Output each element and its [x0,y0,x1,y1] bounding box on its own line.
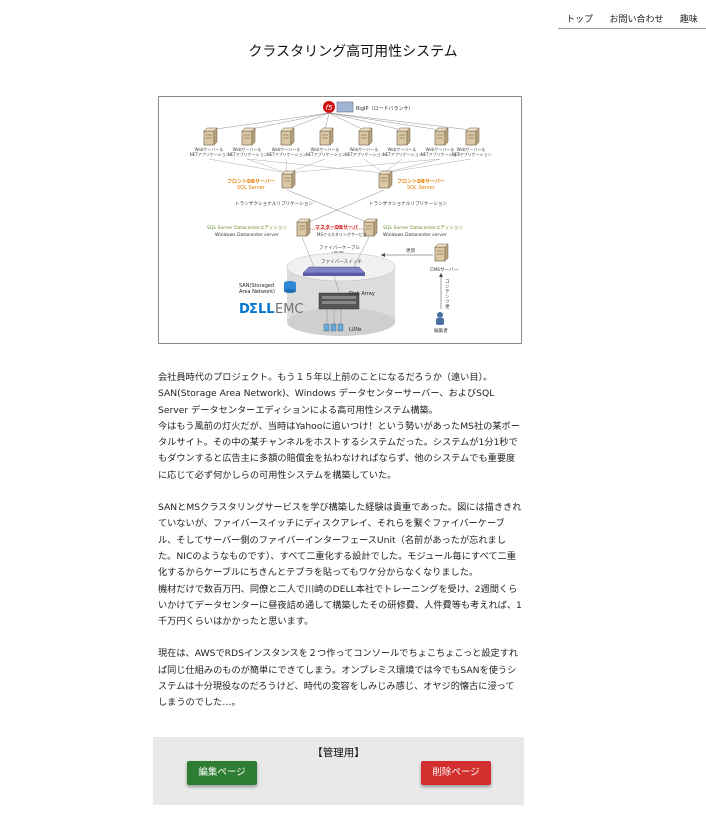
front-db-label-right: フロントDBサーバー [397,178,445,185]
svg-text:Σ: Σ [249,302,258,317]
windows-datacenter-right: Windows Datacenter server [383,232,447,238]
sql-datacenter-right: SQL Server Datacenterエディション [383,224,463,231]
svg-text:LL: LL [258,302,275,317]
master-db-server-left [296,218,311,237]
ms-cluster-label: MSクラスタリングサービス [317,231,367,237]
disk-array-label: Disk Array [349,291,375,297]
paragraph-1: 会社員時代のプロジェクト。もう１５年以上前のことになるだろうか（遠い目）。 SA… [158,372,520,481]
editor-icon [436,312,444,325]
admin-title: 【管理用】 [312,747,365,759]
top-nav: トップ お問い合わせ 趣味 [558,8,706,29]
svg-text:更: 更 [445,304,450,310]
sql-datacenter-left: SQL Server Datacenterエディション [207,224,287,231]
paragraph-3: 現在は、AWSでRDSインスタンスを２つ作ってコンソールでちょこちょこっと設定す… [158,648,519,709]
storage-icon [284,281,296,293]
fiber-switch-label: ファイバースイッチ [321,259,362,265]
replication-label-left: トランザクショナルリプリケーション [235,200,313,207]
bigip-icon: f5 [323,101,354,113]
update-label: 更新 [406,247,416,254]
svg-text:.NETアプリケーション: .NETアプリケーション [188,151,229,157]
nav-item-hobby[interactable]: 趣味 [680,12,698,25]
svg-text:.NETアプリケーション: .NETアプリケーション [450,151,491,157]
delete-page-button[interactable]: 削除ページ [421,761,491,785]
web-server-labels: Webサーバー＆ .NETアプリケーション Webサーバー＆ .NETアプリケー… [188,147,491,157]
windows-datacenter-left: Windows Datacenter server [215,232,279,238]
front-db-sub-right: SQL Server [407,185,436,191]
luns-label: LUNs [349,327,362,333]
svg-text:f5: f5 [326,104,333,112]
front-db-server-left [281,170,296,189]
content-update-label: コ ン テ ン ツ 更 [445,279,450,310]
dell-emc-logo: D Σ LL EMC [239,302,304,317]
nav-item-top[interactable]: トップ [566,12,593,25]
luns-icon [323,323,344,332]
article-body: 会社員時代のプロジェクト。もう１５年以上前のことになるだろうか（遠い目）。 SA… [158,370,522,712]
front-db-label-left: フロントDBサーバー [227,178,275,185]
san-label-2: Area Network) [239,289,275,295]
svg-text:.NETアプリケーション: .NETアプリケーション [343,151,384,157]
fiber-switch-icon [302,266,366,276]
bigip-label: BigIP（ロードバランサ） [356,106,413,112]
nav-item-contact[interactable]: お問い合わせ [609,12,663,25]
replication-label-right: トランザクショナルリプリケーション [369,200,447,207]
web-server-row [203,127,480,146]
cms-server-icon [434,243,449,262]
svg-text:EMC: EMC [275,302,304,317]
cms-server-label: CMSサーバー [430,267,459,273]
svg-text:.NETアプリケーション: .NETアプリケーション [226,151,267,157]
svg-text:.NETアプリケーション: .NETアプリケーション [265,151,306,157]
edit-page-button[interactable]: 編集ページ [187,761,257,785]
paragraph-2: SANとMSクラスタリングサービスを学び構築した経験は貴重であった。図には描きき… [158,502,522,628]
svg-text:.NETアプリケーション: .NETアプリケーション [304,151,345,157]
fiber-cable-label: ファイバーケーブル [319,244,360,251]
front-db-server-right [378,170,393,189]
page-title: クラスタリング高可用性システム [248,44,458,60]
editor-label: 編集者 [434,327,448,334]
svg-text:.NETアプリケーション: .NETアプリケーション [381,151,422,157]
architecture-diagram: f5 BigIP（ロードバランサ） Webサーバー＆ .NETアプリケーション … [158,96,522,344]
master-db-label: マスターDBサーバ [315,224,358,231]
admin-panel: 【管理用】 編集ページ 削除ページ [153,737,524,805]
front-db-sub-left: SQL Server [237,185,266,191]
